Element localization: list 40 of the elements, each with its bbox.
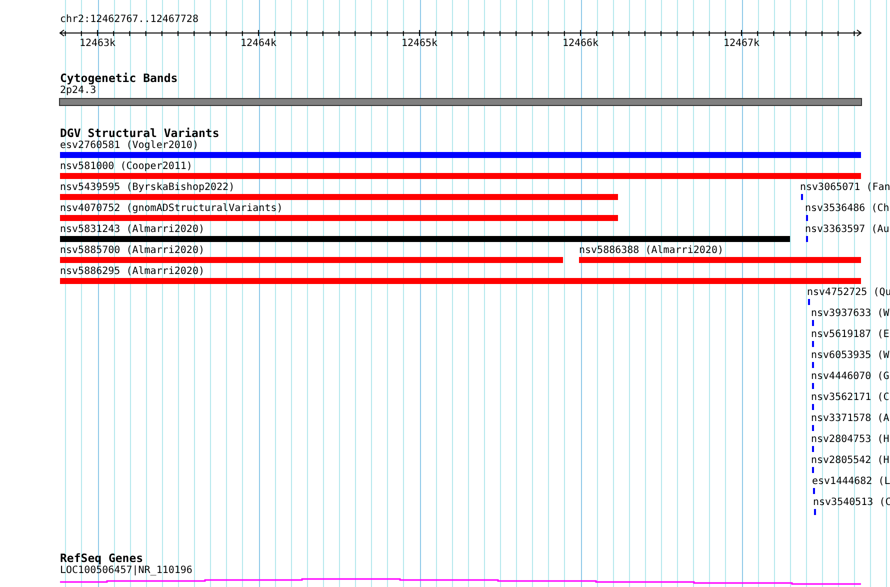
- gene-label[interactable]: LOC100506457|NR_110196: [60, 565, 192, 577]
- variant-label[interactable]: nsv4070752 (gnomADStructuralVariants): [60, 203, 283, 215]
- variant-label[interactable]: esv1444682 (L: [812, 476, 890, 488]
- variant-bar[interactable]: [60, 257, 563, 263]
- variant-label[interactable]: nsv3536486 (Ch: [805, 203, 890, 215]
- variant-label[interactable]: esv2760581 (Vogler2010): [60, 140, 198, 152]
- tick-label: 12466k: [562, 38, 599, 50]
- variant-bar[interactable]: [60, 236, 790, 242]
- variant-label[interactable]: nsv2804753 (H: [811, 434, 890, 446]
- variant-bar[interactable]: [60, 278, 861, 284]
- variant-label[interactable]: nsv3065071 (Fan: [800, 182, 890, 194]
- variant-label[interactable]: nsv581000 (Cooper2011): [60, 161, 192, 173]
- variant-label[interactable]: nsv2805542 (H: [811, 455, 890, 467]
- variant-bar[interactable]: [60, 215, 618, 221]
- variant-label[interactable]: nsv3562171 (C: [811, 392, 890, 404]
- locus-label: chr2:12462767..12467728: [60, 14, 198, 26]
- gene-line[interactable]: [60, 578, 861, 585]
- variant-bar[interactable]: [579, 257, 861, 263]
- track-title: RefSeq Genes: [60, 552, 144, 565]
- variant-label[interactable]: nsv5886388 (Almarri2020): [579, 245, 724, 257]
- variant-label[interactable]: nsv3363597 (Au: [805, 224, 890, 236]
- variant-label[interactable]: nsv4446070 (G: [811, 371, 890, 383]
- variant-label[interactable]: nsv3371578 (A: [811, 413, 890, 425]
- track-title: Cytogenetic Bands: [60, 72, 178, 85]
- tick-label: 12465k: [401, 38, 438, 50]
- variant-label[interactable]: nsv5439595 (ByrskaBishop2022): [60, 182, 235, 194]
- variant-bar[interactable]: [60, 152, 861, 158]
- band-label: 2p24.3: [60, 85, 96, 97]
- variant-bar[interactable]: [60, 194, 618, 200]
- track-title: DGV Structural Variants: [60, 127, 220, 140]
- tick-label: 12463k: [79, 38, 116, 50]
- variant-label[interactable]: nsv3937633 (W: [811, 308, 890, 320]
- variant-label[interactable]: nsv6053935 (W: [811, 350, 890, 362]
- variant-label[interactable]: nsv5886295 (Almarri2020): [60, 266, 204, 278]
- variant-bar[interactable]: [60, 173, 861, 179]
- variant-label[interactable]: nsv5831243 (Almarri2020): [60, 224, 204, 236]
- tick-label: 12467k: [723, 38, 760, 50]
- tick-label: 12464k: [240, 38, 277, 50]
- variant-label[interactable]: nsv5619187 (E: [811, 329, 890, 341]
- variant-label[interactable]: nsv5885700 (Almarri2020): [60, 245, 204, 257]
